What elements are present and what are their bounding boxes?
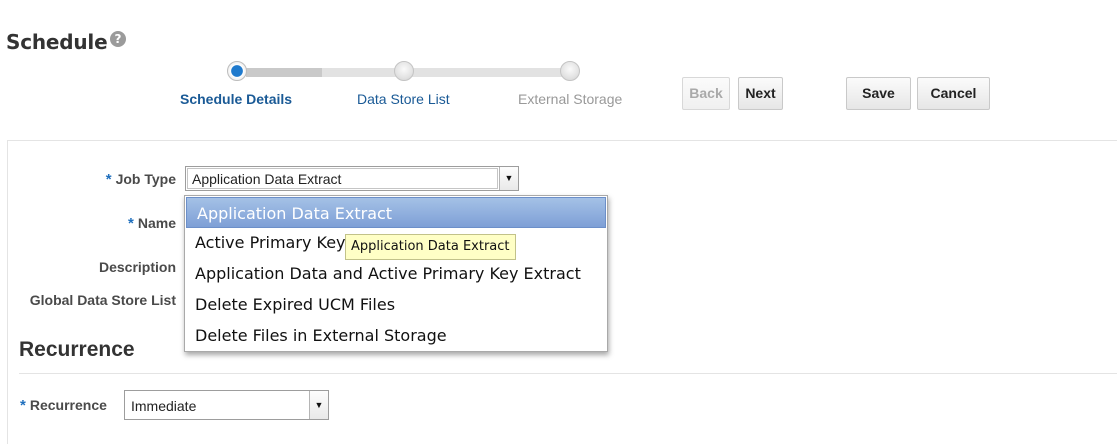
- back-button[interactable]: Back: [682, 77, 730, 110]
- global-data-store-list-label: Global Data Store List: [29, 292, 176, 308]
- recurrence-value: Immediate: [131, 398, 197, 414]
- recurrence-select[interactable]: Immediate ▼: [124, 390, 329, 420]
- train-stop-data-store-list[interactable]: [394, 61, 414, 81]
- dropdown-option-delete-expired-ucm-files[interactable]: Delete Expired UCM Files: [185, 289, 607, 320]
- dropdown-option-delete-files-in-external-storage[interactable]: Delete Files in External Storage: [185, 320, 607, 351]
- train-progress-segment: [246, 68, 322, 77]
- required-marker: *: [128, 215, 134, 232]
- chevron-down-icon[interactable]: ▼: [309, 391, 328, 419]
- recurrence-section-title: Recurrence: [19, 338, 135, 361]
- tooltip: Application Data Extract: [345, 234, 516, 260]
- job-type-select[interactable]: Application Data Extract ▼: [185, 166, 519, 191]
- required-marker: *: [105, 171, 112, 188]
- save-button[interactable]: Save: [846, 77, 911, 110]
- dropdown-option-application-data-and-active-primary-key-extract[interactable]: Application Data and Active Primary Key …: [185, 258, 607, 289]
- job-type-dropdown-list: Application Data Extract Active Primary …: [184, 195, 608, 352]
- cancel-button[interactable]: Cancel: [917, 77, 990, 110]
- dropdown-option-application-data-extract[interactable]: Application Data Extract: [186, 197, 606, 228]
- page-title: Schedule: [6, 30, 108, 54]
- required-marker: *: [20, 397, 26, 414]
- train-stop-external-storage: [560, 61, 580, 81]
- train-stop-schedule-details[interactable]: [227, 61, 247, 81]
- job-type-label: * Job Type: [105, 171, 176, 188]
- recurrence-label: * Recurrence: [20, 397, 107, 414]
- train-connector: [412, 68, 564, 77]
- description-label: Description: [98, 259, 176, 275]
- name-label: * Name: [128, 215, 176, 232]
- job-type-value: Application Data Extract: [192, 171, 342, 187]
- train-label-external-storage: External Storage: [518, 91, 623, 107]
- train-label-data-store-list[interactable]: Data Store List: [357, 91, 450, 107]
- help-icon[interactable]: ?: [110, 31, 126, 47]
- train-label-schedule-details: Schedule Details: [180, 91, 293, 107]
- chevron-down-icon[interactable]: ▼: [499, 167, 518, 190]
- section-divider: [19, 373, 1117, 374]
- next-button[interactable]: Next: [738, 77, 783, 110]
